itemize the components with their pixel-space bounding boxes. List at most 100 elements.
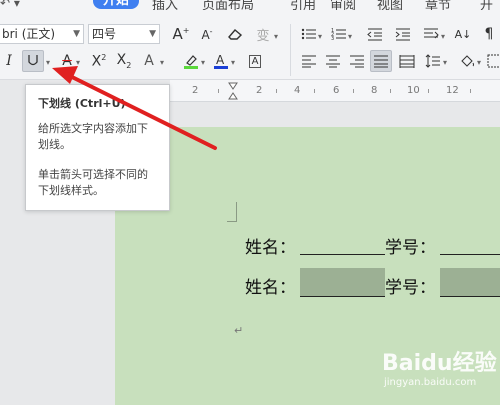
font-size-value: 四号 <box>92 27 117 41</box>
align-center-icon <box>326 55 340 68</box>
numbering-button[interactable]: 123 <box>328 23 350 45</box>
strikethrough-button[interactable]: A <box>56 50 78 72</box>
name-blank-underline[interactable] <box>300 254 385 255</box>
align-right-button[interactable] <box>346 50 368 72</box>
chinese-layout-icon <box>424 28 439 39</box>
student-id-blank-shaded[interactable] <box>440 268 500 297</box>
clear-format-button[interactable] <box>224 23 246 45</box>
ruler-tick <box>470 89 471 93</box>
subscript-button[interactable]: X2 <box>113 50 135 72</box>
decrease-indent-button[interactable] <box>364 23 386 45</box>
ruler-tick <box>390 89 391 93</box>
name-blank-shaded[interactable] <box>300 268 385 297</box>
watermark-url: jingyan.baidu.com <box>384 377 477 388</box>
watermark-logo: Baidu经验 <box>382 351 497 376</box>
chevron-down-icon[interactable]: ▾ <box>477 58 481 67</box>
numbered-list-icon: 123 <box>331 28 346 41</box>
chevron-down-icon[interactable]: ▾ <box>348 32 352 41</box>
indent-icon <box>395 28 410 41</box>
ribbon-toolbar: bri (正文) ▼ 四号 ▼ A+ A- 变 ▾ I ▾ A ▾ X2 X2 … <box>0 10 500 80</box>
char-border-button[interactable]: A <box>244 50 266 72</box>
ruler-number: 2 <box>192 85 199 96</box>
highlighter-icon <box>184 55 198 69</box>
ruler-tick <box>276 89 277 93</box>
distributed-button[interactable] <box>396 50 418 72</box>
ribbon-separator <box>290 24 291 76</box>
underline-style-dropdown[interactable]: ▾ <box>46 58 50 67</box>
ruler-tick <box>218 89 219 93</box>
italic-icon: I <box>6 53 12 69</box>
ruler-number: 6 <box>333 85 340 96</box>
align-right-icon <box>350 55 364 68</box>
chevron-down-icon[interactable]: ▾ <box>231 58 235 67</box>
underline-tooltip: 下划线 (Ctrl+U) 给所选文字内容添加下划线。 单击箭头可选择不同的下划线… <box>25 84 170 211</box>
show-marks-button[interactable]: ¶ <box>478 23 500 45</box>
name-label: 姓名： <box>245 238 296 258</box>
paint-bucket-icon <box>461 55 474 67</box>
chevron-down-icon[interactable]: ▾ <box>160 58 164 67</box>
paragraph-mark-icon: ¶ <box>484 26 494 42</box>
chevron-down-icon: ▼ <box>149 29 156 39</box>
grow-font-button[interactable]: A+ <box>170 23 192 45</box>
line-spacing-icon <box>425 54 440 68</box>
phonetic-guide-button[interactable]: 变 <box>252 23 274 45</box>
student-id-label: 学号： <box>385 278 436 298</box>
align-left-button[interactable] <box>298 50 320 72</box>
paragraph-mark: ↵ <box>234 324 244 337</box>
chevron-down-icon[interactable]: ▾ <box>441 32 445 41</box>
indent-marker-icon[interactable] <box>228 82 238 102</box>
align-distributed-icon <box>399 55 415 68</box>
chevron-down-icon[interactable]: ▾ <box>274 32 278 41</box>
margin-corner-mark <box>227 202 237 222</box>
ruler-number: 8 <box>371 85 378 96</box>
tab-start[interactable]: 开始 <box>93 0 139 9</box>
highlight-button[interactable] <box>180 50 202 72</box>
chevron-down-icon[interactable]: ▾ <box>201 58 205 67</box>
font-color-button[interactable]: A <box>210 50 232 72</box>
chevron-down-icon[interactable]: ▾ <box>76 58 80 67</box>
superscript-button[interactable]: X2 <box>88 50 110 72</box>
sort-icon: A↓ <box>454 27 472 41</box>
increase-indent-button[interactable] <box>392 23 414 45</box>
svg-text:A: A <box>216 53 225 67</box>
line-spacing-button[interactable] <box>422 50 444 72</box>
ruler-number: 4 <box>294 85 301 96</box>
borders-button[interactable] <box>484 50 500 72</box>
name-label: 姓名： <box>245 278 296 298</box>
undo-button[interactable]: ↶ ▾ <box>0 0 20 10</box>
underline-icon <box>28 55 38 66</box>
char-border-icon: A <box>248 54 262 68</box>
bullets-button[interactable] <box>298 23 320 45</box>
font-name-value: bri (正文) <box>2 27 56 41</box>
text-effect-icon: A <box>144 53 154 69</box>
horizontal-ruler[interactable]: 2 2 4 6 8 10 12 <box>170 80 500 102</box>
menu-bar: ↶ ▾ 开始 插入 页面布局 引用 审阅 视图 章节 开 <box>0 0 500 13</box>
strikethrough-icon: A <box>62 53 72 69</box>
font-size-select[interactable]: 四号 ▼ <box>88 24 160 44</box>
align-justify-icon <box>374 55 388 68</box>
sort-button[interactable]: A↓ <box>452 23 474 45</box>
italic-button[interactable]: I <box>0 50 20 72</box>
ruler-number: 2 <box>256 85 263 96</box>
bullet-list-icon <box>301 28 316 40</box>
student-id-blank-underline[interactable] <box>440 254 500 255</box>
justify-button[interactable] <box>370 50 392 72</box>
superscript-icon: X2 <box>91 52 107 70</box>
subscript-icon: X2 <box>116 52 132 70</box>
phonetic-icon: 变 <box>256 28 270 44</box>
font-name-select[interactable]: bri (正文) ▼ <box>0 24 84 44</box>
text-effect-button[interactable]: A <box>138 50 160 72</box>
shading-button[interactable] <box>456 50 478 72</box>
chinese-layout-button[interactable] <box>420 23 442 45</box>
chevron-down-icon[interactable]: ▾ <box>443 58 447 67</box>
chevron-down-icon: ▼ <box>73 29 80 39</box>
shrink-font-icon: A- <box>201 26 213 42</box>
svg-text:3: 3 <box>331 36 334 41</box>
align-left-icon <box>302 55 316 68</box>
borders-icon <box>487 54 500 68</box>
shrink-font-button[interactable]: A- <box>196 23 218 45</box>
underline-button[interactable] <box>22 50 44 72</box>
ruler-number: 12 <box>446 85 459 96</box>
align-center-button[interactable] <box>322 50 344 72</box>
chevron-down-icon[interactable]: ▾ <box>318 32 322 41</box>
